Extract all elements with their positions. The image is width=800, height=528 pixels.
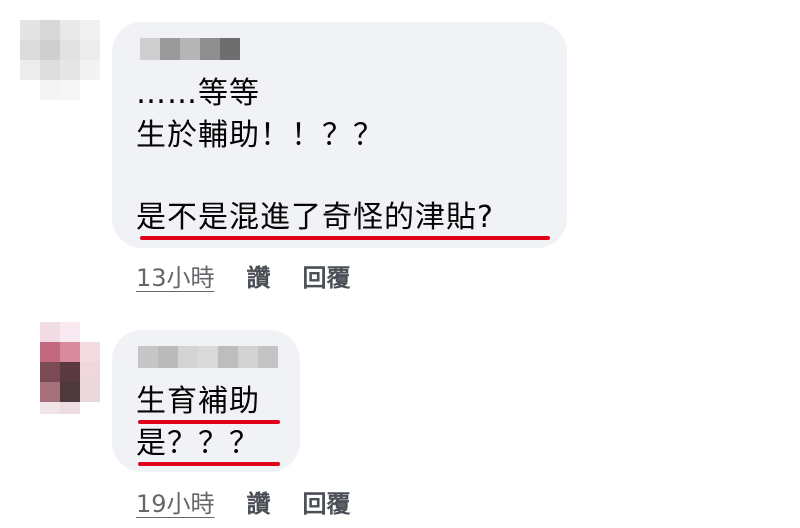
commenter-name[interactable]: [138, 346, 278, 368]
comment-text-line: 是不是混進了奇怪的津貼?: [136, 200, 494, 235]
like-button[interactable]: 讚: [247, 484, 271, 519]
comment-text-line: 是？？？: [136, 426, 260, 461]
like-button[interactable]: 讚: [247, 258, 271, 293]
comment-text-line: 生於輔助！！？？: [136, 118, 384, 153]
reply-button[interactable]: 回覆: [303, 484, 351, 519]
highlight-underline: [140, 236, 550, 240]
comment-actions: 13小時 讚 回覆: [136, 258, 351, 293]
comment-text-line: 生育補助: [136, 384, 260, 419]
highlight-underline: [138, 462, 280, 466]
comment-bubble: ……等等 生於輔助！！？？ 是不是混進了奇怪的津貼?: [112, 22, 567, 248]
highlight-underline: [138, 420, 280, 424]
commenter-name[interactable]: [140, 38, 240, 60]
avatar[interactable]: [20, 322, 100, 414]
comment-bubble: 生育補助 是？？？: [112, 330, 300, 472]
comment-actions: 19小時 讚 回覆: [136, 484, 351, 519]
reply-button[interactable]: 回覆: [303, 258, 351, 293]
timestamp-link[interactable]: 19小時: [136, 484, 215, 519]
timestamp-link[interactable]: 13小時: [136, 258, 215, 293]
avatar[interactable]: [20, 20, 100, 100]
comment-text-line: ……等等: [136, 76, 260, 111]
comment-thread: ……等等 生於輔助！！？？ 是不是混進了奇怪的津貼? 13小時 讚 回覆 生育補…: [0, 0, 800, 528]
